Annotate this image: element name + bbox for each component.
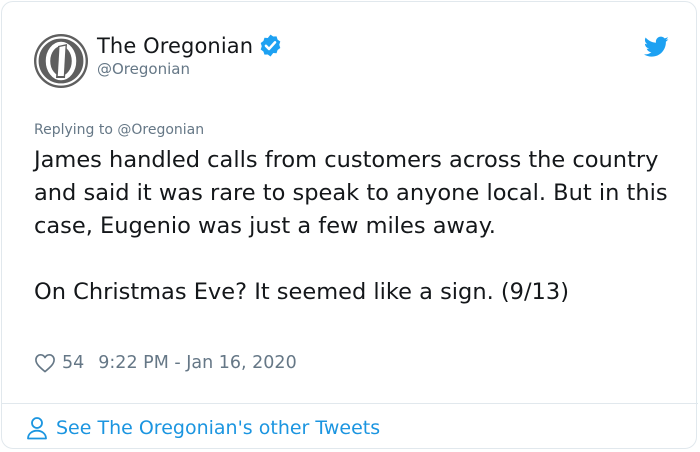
see-other-tweets-label[interactable]: See The Oregonian's other Tweets bbox=[56, 417, 380, 439]
divider bbox=[2, 403, 698, 404]
tweet-paragraph: James handled calls from customers acros… bbox=[34, 147, 668, 239]
heart-outline-icon[interactable] bbox=[34, 353, 56, 373]
twitter-bird-icon[interactable] bbox=[644, 36, 669, 58]
person-outline-icon bbox=[27, 417, 47, 440]
verified-badge-icon bbox=[260, 34, 281, 57]
see-other-tweets-link[interactable]: See The Oregonian's other Tweets bbox=[26, 416, 380, 440]
tweet-body: James handled calls from customers acros… bbox=[34, 144, 674, 309]
tweet-timestamp[interactable]: 9:22 PM - Jan 16, 2020 bbox=[98, 353, 296, 373]
tweet-meta: 54 9:22 PM - Jan 16, 2020 bbox=[34, 353, 297, 373]
like-count[interactable]: 54 bbox=[62, 353, 84, 373]
tweet-card: The Oregonian @Oregonian Replying to @Or… bbox=[1, 1, 698, 449]
author-name-row[interactable]: The Oregonian bbox=[97, 33, 283, 58]
tweet-paragraph: On Christmas Eve? It seemed like a sign.… bbox=[34, 279, 569, 305]
author-handle[interactable]: @Oregonian bbox=[97, 60, 190, 78]
replying-to-text[interactable]: Replying to @Oregonian bbox=[34, 122, 204, 138]
author-display-name[interactable]: The Oregonian bbox=[97, 34, 253, 58]
avatar[interactable] bbox=[34, 34, 88, 88]
